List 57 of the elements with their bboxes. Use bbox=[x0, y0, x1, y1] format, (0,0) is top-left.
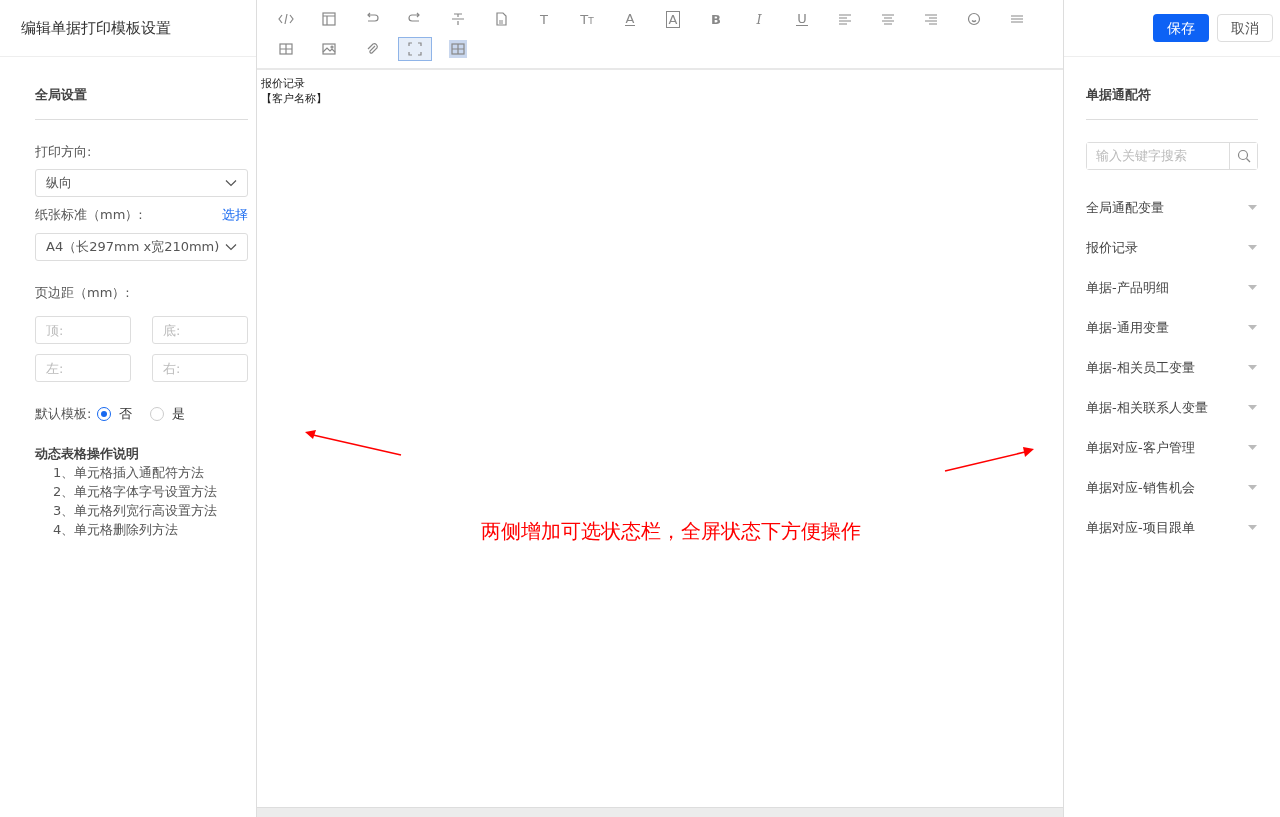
editor-text: 报价记录 bbox=[261, 76, 306, 91]
toolbar-button[interactable]: T bbox=[527, 7, 561, 31]
fullscreen-icon bbox=[406, 40, 424, 58]
help-item: 4、单元格删除列方法 bbox=[52, 521, 180, 539]
layout-icon bbox=[320, 10, 338, 28]
toolbar-button[interactable]: A bbox=[613, 7, 647, 31]
annotation-text: 两侧增加可选状态栏，全屏状态下方便操作 bbox=[481, 518, 861, 545]
page-title: 编辑单据打印模板设置 bbox=[20, 17, 171, 39]
field-label: 默认模板: bbox=[35, 405, 92, 423]
toolbar-button[interactable] bbox=[398, 37, 432, 61]
radio-label: 否 bbox=[119, 405, 133, 423]
paper-select[interactable]: A4（长297mm x宽210mm) bbox=[35, 232, 248, 261]
field-label: 打印方向: bbox=[35, 142, 93, 161]
choose-link[interactable]: 选择 bbox=[222, 205, 248, 225]
variable-group[interactable]: 单据-相关员工变量 bbox=[1086, 347, 1258, 388]
radio-button[interactable] bbox=[97, 406, 112, 421]
margin-field[interactable]: 底: bbox=[152, 316, 248, 344]
strikethrough-icon bbox=[449, 10, 467, 28]
variable-group[interactable]: 报价记录 bbox=[1086, 227, 1258, 268]
chevron-down-icon bbox=[225, 179, 237, 187]
cancel-button[interactable]: 取消 bbox=[1217, 14, 1273, 42]
help-item: 3、单元格列宽行高设置方法 bbox=[52, 502, 219, 520]
search-button[interactable] bbox=[1229, 142, 1257, 169]
variable-group[interactable]: 单据-产品明细 bbox=[1086, 267, 1258, 308]
search-icon bbox=[1235, 147, 1252, 164]
toolbar-button[interactable]: B bbox=[699, 7, 733, 31]
orientation-select[interactable]: 纵向 bbox=[35, 169, 248, 197]
margin-field[interactable]: 顶: bbox=[35, 316, 131, 344]
save-button[interactable]: 保存 bbox=[1153, 14, 1209, 42]
help-item: 1、单元格插入通配符方法 bbox=[52, 464, 206, 482]
toolbar-button[interactable]: TT bbox=[570, 7, 604, 31]
toolbar-button[interactable]: U bbox=[785, 7, 819, 31]
margin-field[interactable]: 左: bbox=[35, 354, 131, 382]
section-heading: 单据通配符 bbox=[1086, 85, 1258, 120]
field-label: 页边距（mm）: bbox=[35, 283, 131, 302]
chevron-down-icon bbox=[225, 242, 237, 251]
image-icon bbox=[320, 40, 338, 58]
variable-group[interactable]: 单据-通用变量 bbox=[1086, 307, 1258, 348]
field-label: 纸张标准（mm）: bbox=[35, 206, 143, 224]
variable-group[interactable]: 单据对应-销售机会 bbox=[1086, 467, 1258, 508]
variable-group[interactable]: 全局通配变量 bbox=[1086, 187, 1258, 228]
margin-field[interactable]: 右: bbox=[152, 354, 248, 382]
scrollbar[interactable] bbox=[257, 807, 1063, 817]
smiley-icon bbox=[965, 10, 983, 28]
help-item: 2、单元格字体字号设置方法 bbox=[52, 483, 219, 501]
help-heading: 动态表格操作说明 bbox=[35, 444, 140, 463]
search-field[interactable]: 输入关键字搜索 bbox=[1086, 141, 1258, 170]
section-heading: 全局设置 bbox=[35, 85, 248, 120]
variable-group[interactable]: 单据-相关联系人变量 bbox=[1086, 387, 1258, 428]
editor-text: 【客户名称】 bbox=[261, 91, 328, 106]
variable-group[interactable]: 单据对应-客户管理 bbox=[1086, 427, 1258, 468]
toolbar-button[interactable]: I bbox=[742, 7, 776, 31]
table-icon bbox=[277, 40, 295, 58]
toolbar-button[interactable]: A bbox=[656, 7, 690, 31]
radio-label: 是 bbox=[172, 405, 186, 423]
variable-group[interactable]: 单据对应-项目跟单 bbox=[1086, 507, 1258, 548]
table-icon bbox=[449, 40, 467, 58]
